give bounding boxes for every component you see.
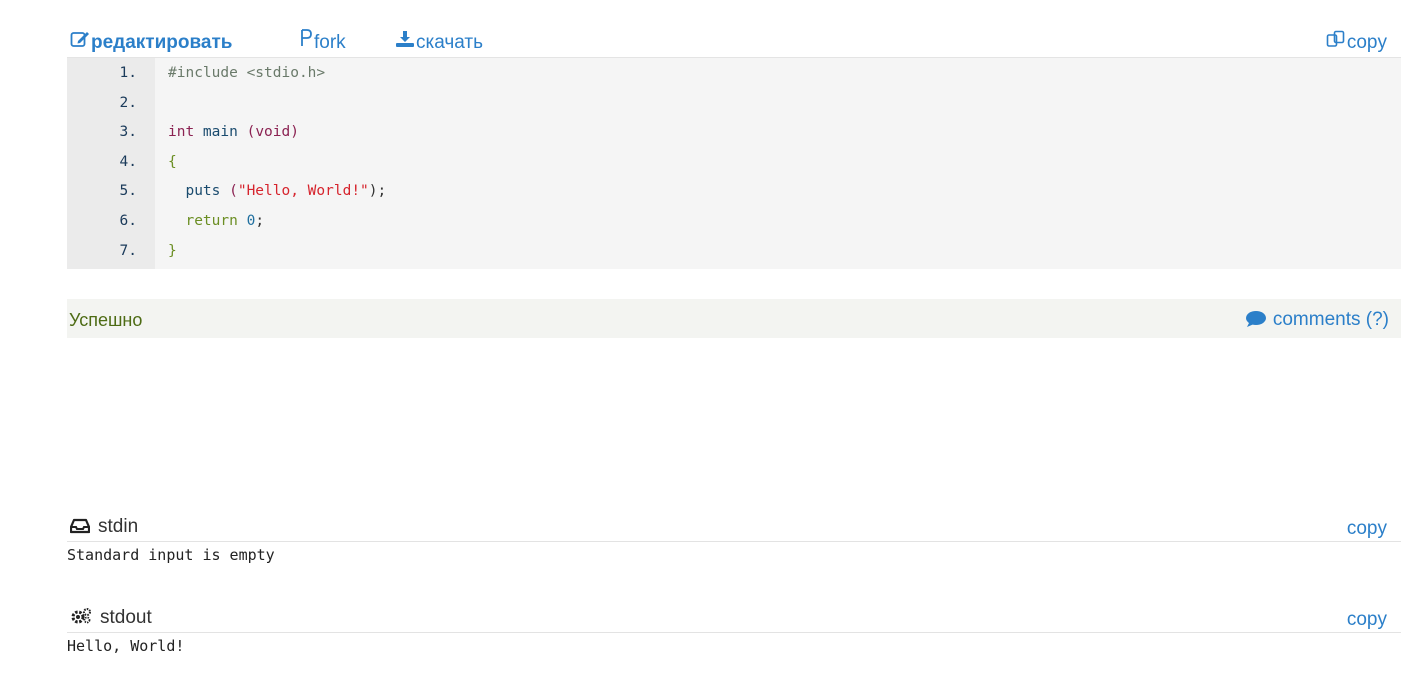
code-text: } [168,237,177,266]
code-text: int main (void) [168,118,299,147]
inbox-icon [69,518,91,534]
source-code-block: 1. #include <stdio.h> 2. 3. int main (void) 4… [67,57,1401,269]
code-line: 3. int main (void) [67,118,1401,147]
code-toolbar: редактировать fork скачать copy [67,28,1401,58]
line-number: 3. [119,124,137,141]
fork-link[interactable]: fork [299,28,346,58]
stdout-copy-link[interactable]: copy [1347,603,1387,636]
edit-link[interactable]: редактировать [70,28,233,58]
fork-label: fork [314,32,346,54]
fork-icon [299,28,313,58]
code-token: 0 [246,213,256,229]
stdin-content: Standard input is empty [67,546,275,564]
code-token: { [168,153,177,170]
comments-link[interactable]: comments (?) [1245,299,1389,341]
comment-icon [1245,311,1266,327]
code-line: 5. puts ("Hello, World!"); [67,177,1401,206]
copy-code-label: copy [1346,32,1387,54]
copy-icon [1326,28,1346,58]
copy-code-link[interactable]: copy [1326,28,1387,58]
code-line: 4. { [67,148,1401,177]
download-link[interactable]: скачать [395,28,483,58]
code-line: 6. return 0; [67,207,1401,236]
code-token: int [168,124,195,141]
code-token: } [168,242,177,259]
gears-icon [71,608,91,624]
code-token: ); [368,183,387,200]
code-token: ( [229,183,238,200]
code-text: #include <stdio.h> [168,59,325,88]
stdin-label: stdin [98,516,139,537]
code-token: main [194,124,247,141]
code-token: puts [168,183,230,200]
status-bar: Успешно comments (?) [67,299,1401,338]
download-icon [395,28,415,58]
code-text: puts ("Hello, World!"); [168,177,386,206]
code-token: #include <stdio.h> [168,65,326,81]
code-text: { [168,148,177,177]
code-line: 1. #include <stdio.h> [67,59,1401,88]
code-token: ; [255,213,265,229]
status-text: Успешно [69,310,143,330]
stdin-header: stdin copy [67,512,1401,542]
line-number: 2. [119,94,137,111]
line-number: 7. [119,242,137,259]
line-number: 5. [119,183,137,200]
line-number: 1. [119,65,137,81]
stdout-title: stdout [70,603,152,632]
code-text: return 0; [168,207,264,236]
comments-label: comments (?) [1272,309,1389,330]
stdout-header: stdout copy [67,603,1401,633]
edit-label: редактировать [91,32,233,54]
stdin-copy-link[interactable]: copy [1347,512,1387,545]
code-token: return [168,213,247,229]
code-line: 7.} [67,237,1401,266]
code-line: 2. [67,89,1401,118]
stdout-content: Hello, World! [67,637,185,655]
edit-icon [70,28,90,58]
line-number: 6. [119,213,137,229]
line-number: 4. [119,153,137,170]
stdout-label: stdout [100,607,152,628]
code-token: "Hello, World!" [237,183,369,200]
stdin-title: stdin [69,512,139,541]
download-label: скачать [416,32,484,54]
code-token: (void) [246,124,299,141]
